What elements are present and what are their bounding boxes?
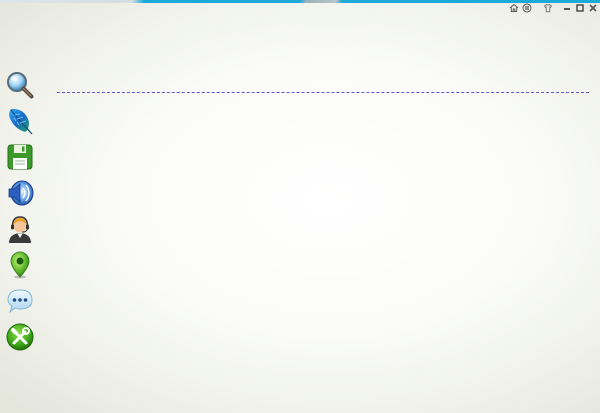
menu-icon[interactable] xyxy=(521,3,532,14)
map-pin-icon[interactable] xyxy=(4,249,36,281)
magnifier-icon[interactable] xyxy=(4,69,36,101)
home-icon[interactable] xyxy=(508,3,519,14)
close-icon[interactable] xyxy=(587,3,598,14)
chat-bubble-icon[interactable] xyxy=(4,285,36,317)
side-toolbar xyxy=(4,69,38,353)
content-divider xyxy=(57,92,589,93)
floppy-save-icon[interactable] xyxy=(4,141,36,173)
headset-user-icon[interactable] xyxy=(4,213,36,245)
speaker-icon[interactable] xyxy=(4,177,36,209)
maximize-icon[interactable] xyxy=(574,3,585,14)
wrench-screwdriver-icon[interactable] xyxy=(4,321,36,353)
shirt-icon[interactable] xyxy=(542,3,553,14)
minimize-icon[interactable] xyxy=(561,3,572,14)
title-bar-controls xyxy=(508,2,598,14)
feather-icon[interactable] xyxy=(4,105,36,137)
